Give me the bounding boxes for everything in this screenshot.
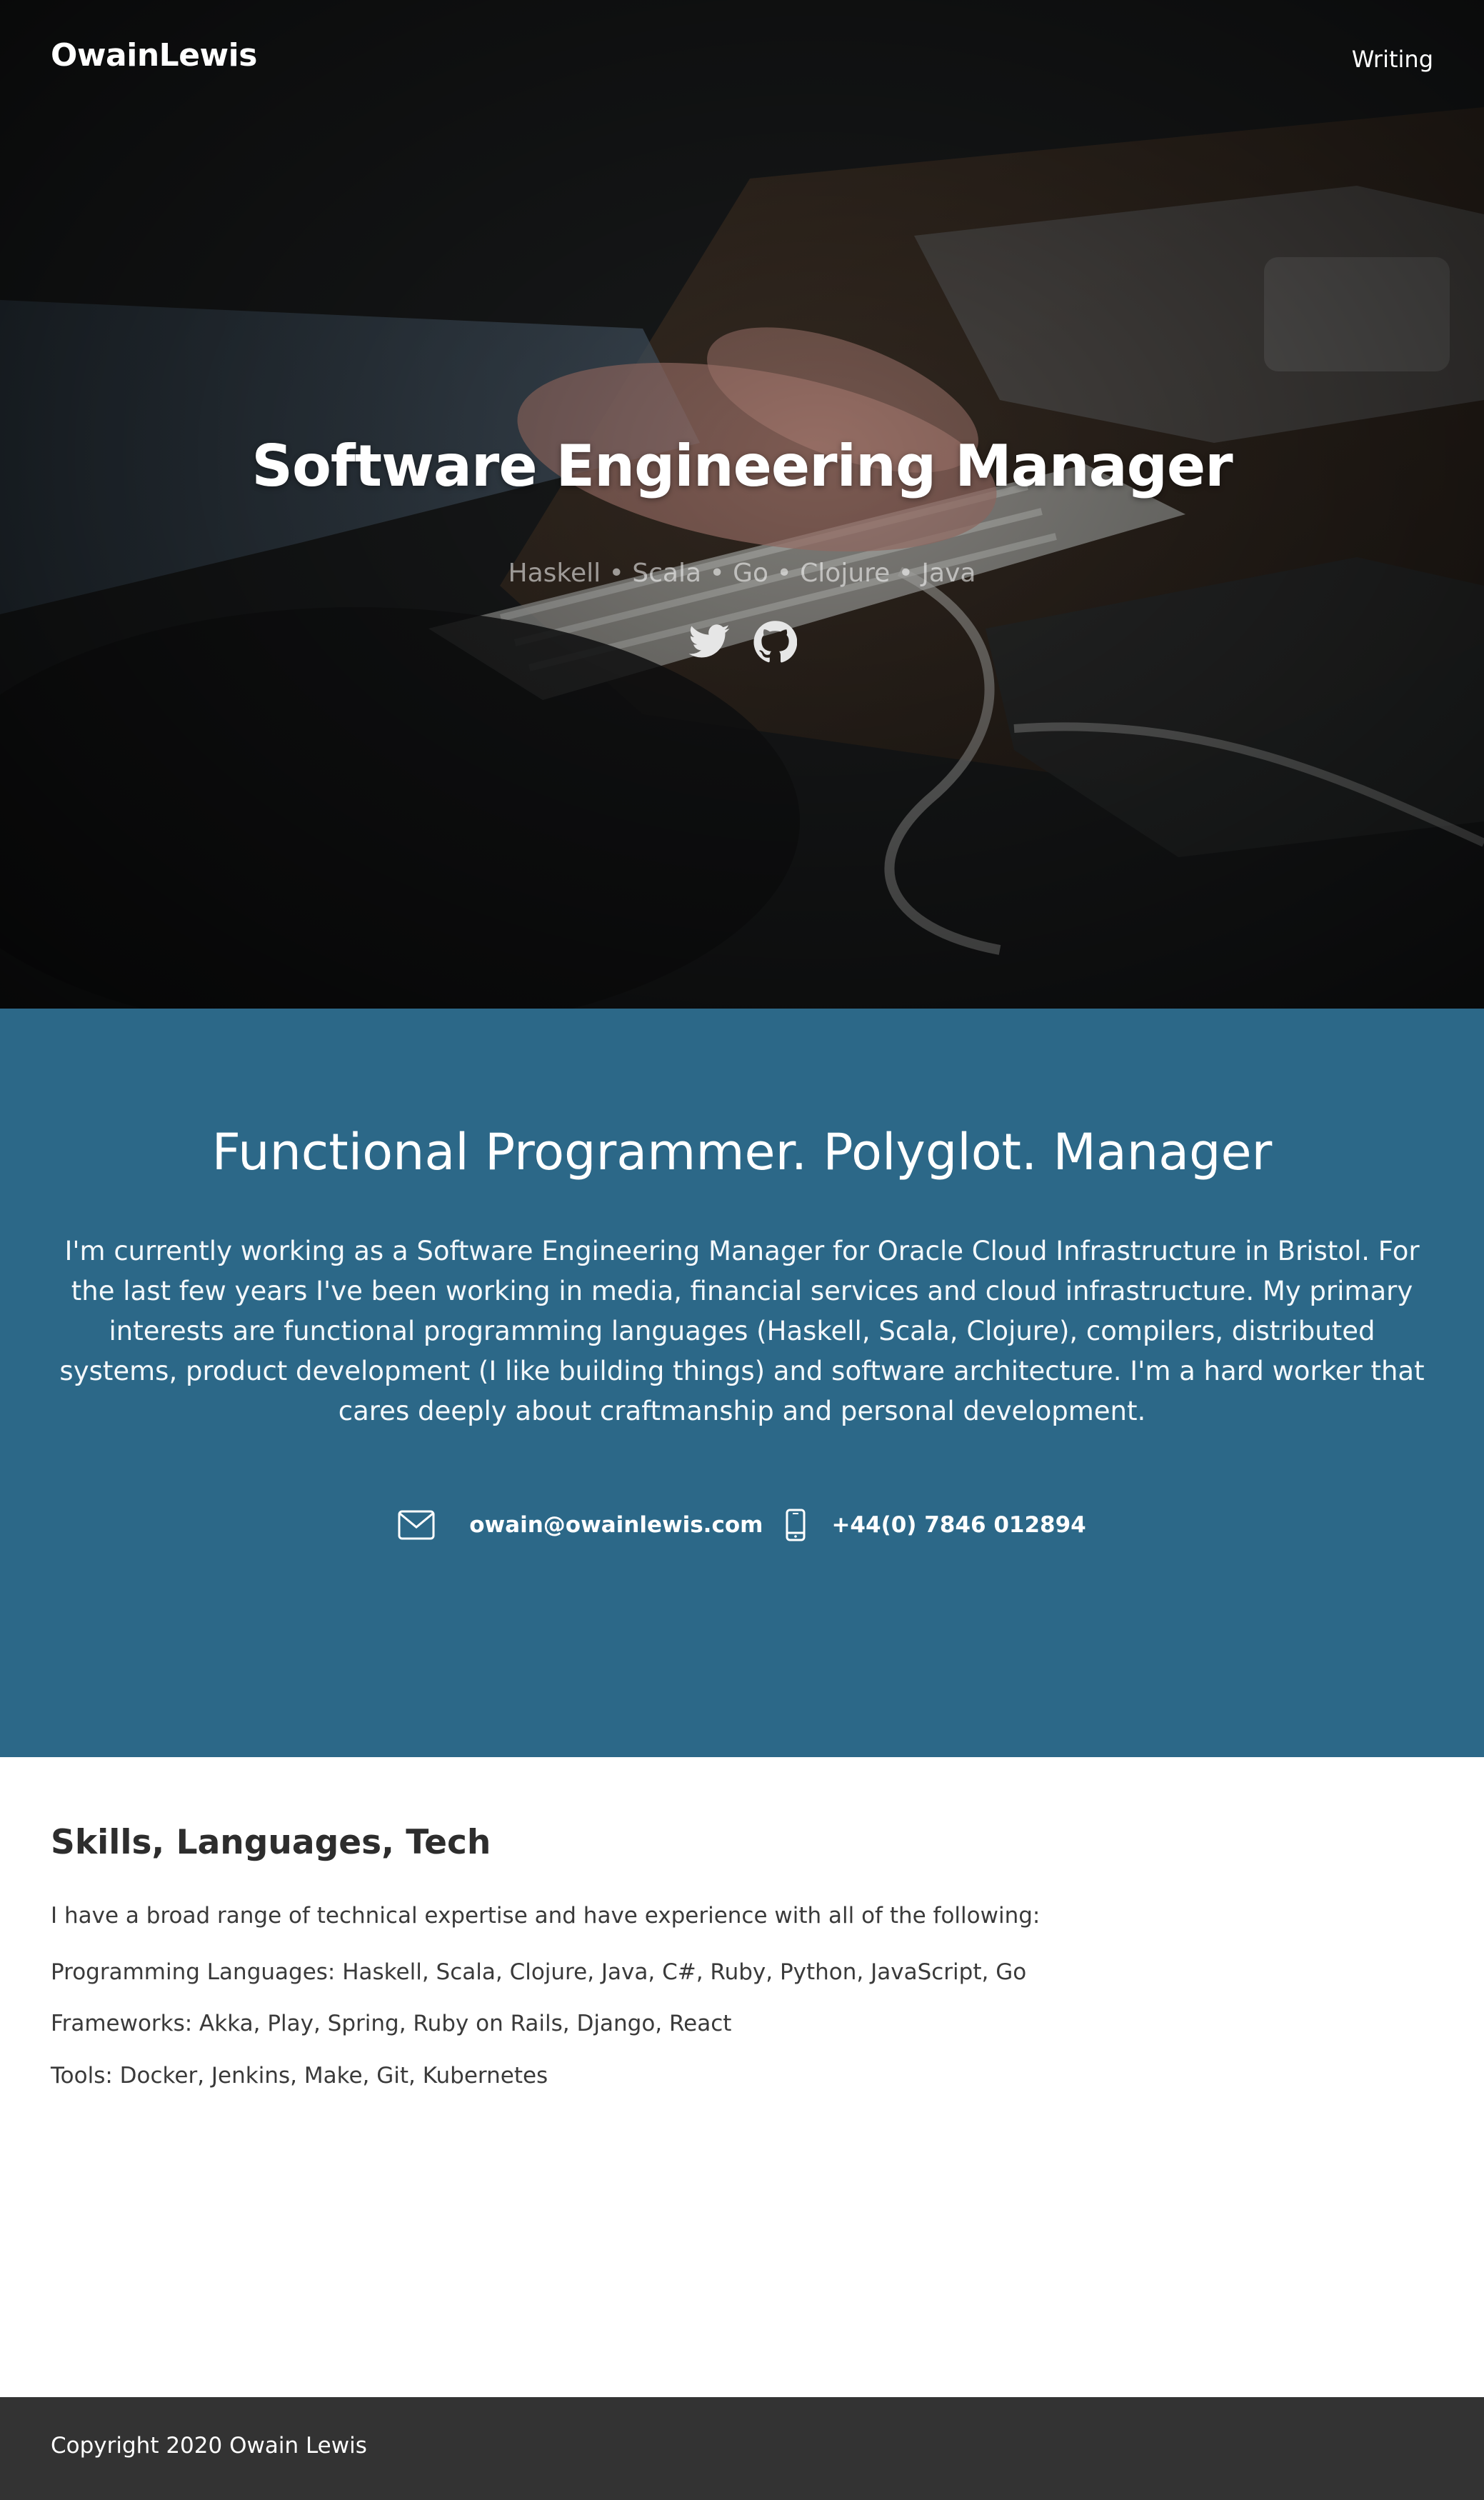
hero-overlay <box>0 0 1484 1009</box>
about-section: Functional Programmer. Polyglot. Manager… <box>0 1009 1484 1757</box>
envelope-icon <box>398 1510 435 1540</box>
twitter-icon[interactable] <box>687 620 731 664</box>
about-description: I'm currently working as a Software Engi… <box>59 1236 1425 1426</box>
skills-tools: Tools: Docker, Jenkins, Make, Git, Kuber… <box>51 2063 548 2089</box>
contact-info: owain@owainlewis.com +44(0) 7846 012894 <box>0 1509 1484 1541</box>
github-icon[interactable] <box>753 620 797 664</box>
footer-copyright: Copyright 2020 Owain Lewis <box>51 2433 367 2459</box>
hero-section: OwainLewis Writing Software Engineering … <box>0 0 1484 1009</box>
nav-link-writing[interactable]: Writing <box>1352 46 1433 73</box>
social-links <box>0 620 1484 664</box>
hero-title: Software Engineering Manager <box>251 433 1233 499</box>
mobile-phone-icon <box>786 1509 806 1541</box>
about-heading: Functional Programmer. Polyglot. Manager <box>211 1123 1273 1181</box>
phone-link[interactable]: +44(0) 7846 012894 <box>831 1512 1086 1538</box>
skills-languages: Programming Languages: Haskell, Scala, C… <box>51 1959 1027 1985</box>
site-footer: Copyright 2020 Owain Lewis <box>0 2397 1484 2500</box>
site-brand-logo[interactable]: OwainLewis <box>51 37 257 74</box>
skills-heading: Skills, Languages, Tech <box>51 1823 491 1862</box>
skills-section: Skills, Languages, Tech I have a broad r… <box>0 1757 1484 2397</box>
skills-frameworks: Frameworks: Akka, Play, Spring, Ruby on … <box>51 2011 732 2036</box>
email-link[interactable]: owain@owainlewis.com <box>469 1512 763 1538</box>
hero-subtitle: Haskell • Scala • Go • Clojure • Java <box>508 559 976 588</box>
skills-intro: I have a broad range of technical expert… <box>51 1903 1041 1929</box>
